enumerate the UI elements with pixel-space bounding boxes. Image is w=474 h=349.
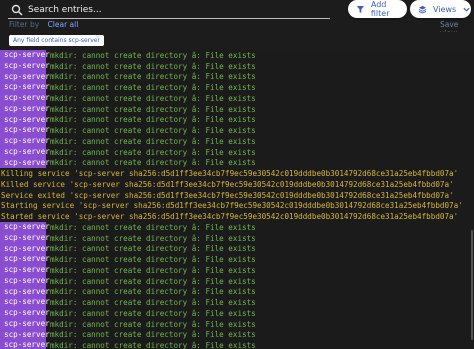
log-row: scp-server mkdir: cannot create directory… bbox=[0, 136, 474, 147]
log-row: scp-server mkdir: cannot create directory… bbox=[0, 318, 474, 330]
log-row: scp-server mkdir: cannot create directory… bbox=[0, 275, 474, 287]
log-message: mkdir: cannot create directory â: File e… bbox=[50, 136, 256, 146]
views-dropdown[interactable]: Views bbox=[410, 0, 471, 18]
log-row: scp-server mkdir: cannot create directory… bbox=[0, 114, 474, 126]
log-message: mkdir: cannot create directory â: File e… bbox=[50, 50, 256, 60]
log-message: mkdir: cannot create directory â: File e… bbox=[50, 341, 256, 349]
log-message: mkdir: cannot create directory â: File e… bbox=[50, 298, 256, 308]
log-row: scp-server mkdir: cannot create directory… bbox=[0, 157, 474, 169]
filter-links: Filter by Clear all bbox=[9, 20, 78, 29]
service-event-message: Killed service 'scp-server sha256:d5d1ff… bbox=[1, 179, 454, 189]
service-tag[interactable]: scp-server bbox=[0, 297, 50, 308]
log-row: scp-server mkdir: cannot create directory… bbox=[0, 93, 474, 104]
search-icon bbox=[11, 4, 23, 16]
service-tag[interactable]: scp-server bbox=[0, 243, 50, 255]
service-tag[interactable]: scp-server bbox=[0, 340, 50, 349]
log-row: scp-server mkdir: cannot create directory… bbox=[0, 71, 474, 83]
log-message: mkdir: cannot create directory â: File e… bbox=[50, 115, 256, 125]
log-message: mkdir: cannot create directory â: File e… bbox=[50, 126, 256, 136]
filter-icon bbox=[356, 5, 364, 13]
log-row: scp-server mkdir: cannot create directory… bbox=[0, 254, 474, 265]
service-tag[interactable]: scp-server bbox=[0, 222, 50, 233]
service-tag[interactable]: scp-server bbox=[0, 157, 50, 169]
log-message: mkdir: cannot create directory â: File e… bbox=[50, 61, 256, 71]
log-message: mkdir: cannot create directory â: File e… bbox=[50, 319, 256, 329]
search-bar[interactable] bbox=[8, 2, 330, 19]
log-viewer[interactable]: scp-server mkdir: cannot create directory… bbox=[0, 50, 474, 349]
log-message: mkdir: cannot create directory â: File e… bbox=[50, 276, 256, 286]
log-row: Killing service 'scp-server sha256:d5d1f… bbox=[0, 168, 474, 179]
log-row: Started service 'scp-server sha256:d5d1f… bbox=[0, 211, 474, 222]
log-message: mkdir: cannot create directory â: File e… bbox=[50, 287, 256, 297]
log-row: scp-server mkdir: cannot create directory… bbox=[0, 146, 474, 158]
log-message: mkdir: cannot create directory â: File e… bbox=[50, 308, 256, 318]
log-message: mkdir: cannot create directory â: File e… bbox=[50, 244, 256, 254]
service-tag[interactable]: scp-server bbox=[0, 136, 50, 147]
filter-by-link[interactable]: Filter by bbox=[9, 20, 39, 29]
log-message: mkdir: cannot create directory â: File e… bbox=[50, 255, 256, 265]
service-tag[interactable]: scp-server bbox=[0, 93, 50, 104]
add-filter-button[interactable]: Add filter bbox=[348, 0, 407, 18]
service-tag[interactable]: scp-server bbox=[0, 275, 50, 287]
service-tag[interactable]: scp-server bbox=[0, 308, 50, 319]
views-icon bbox=[418, 5, 427, 14]
log-row: scp-server mkdir: cannot create directory… bbox=[0, 286, 474, 298]
service-tag[interactable]: scp-server bbox=[0, 254, 50, 265]
log-row: scp-server mkdir: cannot create directory… bbox=[0, 82, 474, 93]
log-row: scp-server mkdir: cannot create directory… bbox=[0, 103, 474, 115]
log-row: scp-server mkdir: cannot create directory… bbox=[0, 125, 474, 136]
log-row: Starting service 'scp-server sha256:d5d1… bbox=[0, 201, 474, 212]
scrollbar[interactable] bbox=[471, 230, 473, 340]
log-row: scp-server mkdir: cannot create directory… bbox=[0, 222, 474, 233]
log-message: mkdir: cannot create directory â: File e… bbox=[50, 158, 256, 168]
log-row: scp-server mkdir: cannot create directory… bbox=[0, 50, 474, 61]
search-input[interactable] bbox=[28, 5, 318, 15]
add-filter-label: Add filter bbox=[370, 0, 390, 18]
service-tag[interactable]: scp-server bbox=[0, 232, 50, 244]
log-message: mkdir: cannot create directory â: File e… bbox=[50, 147, 256, 157]
log-row: scp-server mkdir: cannot create directory… bbox=[0, 340, 474, 349]
log-message: mkdir: cannot create directory â: File e… bbox=[50, 233, 256, 243]
log-row: Service exited 'scp-server sha256:d5d1ff… bbox=[0, 190, 474, 201]
log-message: mkdir: cannot create directory â: File e… bbox=[50, 72, 256, 82]
service-event-message: Killing service 'scp-server sha256:d5d1f… bbox=[1, 169, 459, 179]
service-tag[interactable]: scp-server bbox=[0, 265, 50, 276]
log-row: scp-server mkdir: cannot create directory… bbox=[0, 308, 474, 319]
log-row: scp-server mkdir: cannot create directory… bbox=[0, 265, 474, 276]
service-event-message: Started service 'scp-server sha256:d5d1f… bbox=[1, 212, 459, 222]
service-event-message: Service exited 'scp-server sha256:d5d1ff… bbox=[1, 190, 454, 200]
chevron-down-icon bbox=[463, 7, 470, 12]
service-tag[interactable]: scp-server bbox=[0, 286, 50, 298]
log-message: mkdir: cannot create directory â: File e… bbox=[50, 265, 256, 275]
log-message: mkdir: cannot create directory â: File e… bbox=[50, 104, 256, 114]
log-message: mkdir: cannot create directory â: File e… bbox=[50, 83, 256, 93]
log-row: scp-server mkdir: cannot create directory… bbox=[0, 243, 474, 255]
service-tag[interactable]: scp-server bbox=[0, 103, 50, 115]
log-message: mkdir: cannot create directory â: File e… bbox=[50, 93, 256, 103]
log-message: mkdir: cannot create directory â: File e… bbox=[50, 330, 256, 340]
service-tag[interactable]: scp-server bbox=[0, 114, 50, 126]
views-label: Views bbox=[433, 4, 457, 14]
service-tag[interactable]: scp-server bbox=[0, 329, 50, 341]
service-tag[interactable]: scp-server bbox=[0, 125, 50, 136]
filter-chip[interactable]: Any field contains scp-server bbox=[9, 35, 104, 46]
service-tag[interactable]: scp-server bbox=[0, 146, 50, 158]
log-row: scp-server mkdir: cannot create directory… bbox=[0, 60, 474, 72]
log-row: scp-server mkdir: cannot create directory… bbox=[0, 232, 474, 244]
log-row: scp-server mkdir: cannot create directory… bbox=[0, 329, 474, 341]
service-tag[interactable]: scp-server bbox=[0, 71, 50, 83]
log-row: Killed service 'scp-server sha256:d5d1ff… bbox=[0, 179, 474, 190]
service-event-message: Starting service 'scp-server sha256:d5d1… bbox=[1, 201, 463, 211]
service-tag[interactable]: scp-server bbox=[0, 318, 50, 330]
clear-all-link[interactable]: Clear all bbox=[48, 20, 79, 29]
active-filters: Any field contains scp-server × bbox=[0, 32, 474, 48]
service-tag[interactable]: scp-server bbox=[0, 82, 50, 93]
service-tag[interactable]: scp-server bbox=[0, 60, 50, 72]
service-tag[interactable]: scp-server bbox=[0, 50, 50, 61]
log-message: mkdir: cannot create directory â: File e… bbox=[50, 222, 256, 232]
top-toolbar: Filter by Clear all Add filter Views Sav… bbox=[0, 0, 474, 38]
close-icon[interactable]: × bbox=[94, 33, 102, 43]
log-row: scp-server mkdir: cannot create directory… bbox=[0, 297, 474, 308]
